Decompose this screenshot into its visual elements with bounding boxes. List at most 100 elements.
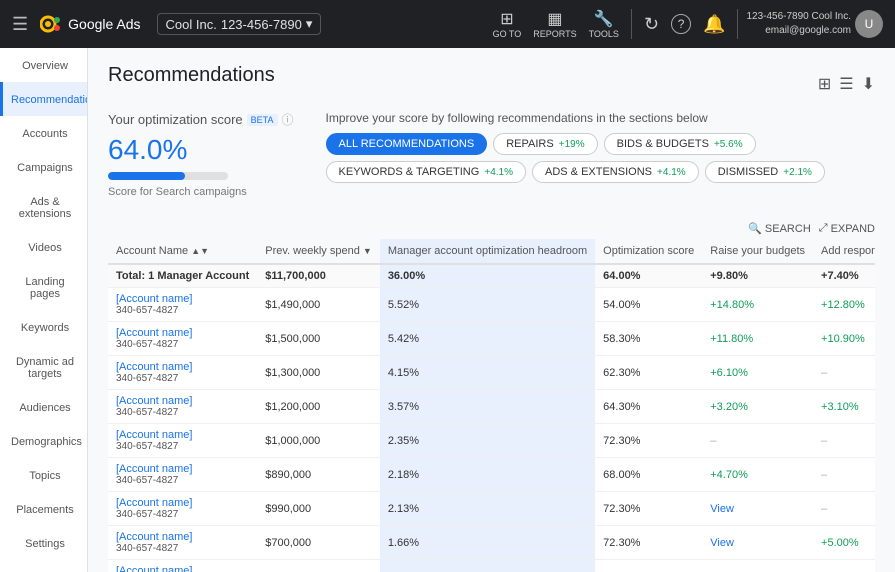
chip-ads-extensions[interactable]: ADS & EXTENSIONS +4.1% (532, 161, 699, 183)
th-account-name[interactable]: Account Name ▲▼ (108, 239, 257, 264)
data-table-wrapper: Account Name ▲▼ Prev. weekly spend ▼ Man… (108, 239, 875, 572)
goto-button[interactable]: ⊞ GO TO (489, 5, 526, 43)
dropdown-icon: ▾ (306, 16, 313, 32)
row-cell: +14.80% (702, 288, 813, 322)
table-row: [Account name]340-657-4827$700,0001.66%7… (108, 526, 875, 560)
main-layout: Overview Recommendations Accounts Campai… (0, 48, 895, 572)
user-avatar[interactable]: U (855, 10, 883, 38)
account-link[interactable]: [Account name] (116, 463, 249, 475)
sidebar-item-settings[interactable]: Settings (0, 526, 87, 560)
account-link[interactable]: [Account name] (116, 429, 249, 441)
search-button[interactable]: 🔍 SEARCH (748, 222, 811, 235)
account-link[interactable]: [Account name] (116, 497, 249, 509)
account-link[interactable]: [Account name] (116, 395, 249, 407)
sidebar-item-placements[interactable]: Placements (0, 492, 87, 526)
info-icon[interactable]: ⓘ (282, 111, 294, 128)
chip-dismissed-delta: +2.1% (783, 167, 812, 178)
row-account: [Account name]340-657-4827 (108, 526, 257, 560)
row-account: [Account name]340-657-4827 (108, 458, 257, 492)
row-cell: 64.30% (595, 390, 702, 424)
th-prev-spend[interactable]: Prev. weekly spend ▼ (257, 239, 380, 264)
tools-button[interactable]: 🔧 TOOLS (585, 5, 623, 43)
chip-keywords-targeting[interactable]: KEYWORDS & TARGETING +4.1% (326, 161, 526, 183)
chip-repairs-delta: +19% (559, 139, 585, 150)
sidebar-item-videos[interactable]: Videos (0, 230, 87, 264)
content-header: Recommendations ⊞ ☰ ⬇ (108, 64, 875, 103)
account-link[interactable]: [Account name] (116, 531, 249, 543)
sidebar: Overview Recommendations Accounts Campai… (0, 48, 88, 572)
help-icon: ? (671, 14, 691, 34)
reports-label: REPORTS (533, 29, 576, 39)
row-cell: 72.30% (595, 526, 702, 560)
account-link[interactable]: [Account name] (116, 565, 249, 572)
sidebar-item-demographics[interactable]: Demographics (0, 424, 87, 458)
table-row: [Account name]340-657-4827$1,200,0003.57… (108, 390, 875, 424)
recommendations-panel: Improve your score by following recommen… (326, 111, 875, 183)
row-account: [Account name]340-657-4827 (108, 424, 257, 458)
tools-icon: 🔧 (594, 9, 614, 29)
sidebar-item-topics[interactable]: Topics (0, 458, 87, 492)
sidebar-item-recommendations[interactable]: Recommendations (0, 82, 87, 116)
sidebar-item-accounts[interactable]: Accounts (0, 116, 87, 150)
row-cell: +6.10% (702, 356, 813, 390)
chip-bids-budgets[interactable]: BIDS & BUDGETS +5.6% (604, 133, 756, 155)
th-headroom[interactable]: Manager account optimization headroom (380, 239, 595, 264)
row-cell: $1,500,000 (257, 322, 380, 356)
expand-button[interactable]: ⤢ EXPAND (819, 222, 875, 235)
refresh-button[interactable]: ↻ (640, 10, 663, 39)
sidebar-item-campaigns[interactable]: Campaigns (0, 150, 87, 184)
row-cell: $1,200,000 (257, 390, 380, 424)
grid-view-button[interactable]: ⊞ (818, 74, 831, 94)
th-opt-score[interactable]: Optimization score (595, 239, 702, 264)
notifications-button[interactable]: 🔔 (699, 10, 729, 39)
sidebar-item-locations[interactable]: Locations (0, 560, 87, 572)
row-cell: 62.30% (595, 356, 702, 390)
score-bar (108, 172, 228, 180)
sidebar-item-dynamic-ad[interactable]: Dynamic ad targets (0, 344, 87, 390)
reports-icon: ▦ (547, 9, 562, 29)
nav-icons: ⊞ GO TO ▦ REPORTS 🔧 TOOLS ↻ ? 🔔 123-456-… (489, 5, 883, 43)
google-ads-logo: Google Ads (40, 12, 140, 36)
download-button[interactable]: ⬇ (862, 74, 875, 94)
row-cell: 2.18% (380, 458, 595, 492)
row-cell: 2.35% (380, 424, 595, 458)
row-account: [Account name]340-657-4827 (108, 560, 257, 572)
sort-icon: ▼ (363, 246, 372, 256)
sidebar-item-ads-extensions[interactable]: Ads & extensions (0, 184, 87, 230)
chip-ads-delta: +4.1% (657, 167, 686, 178)
sidebar-item-overview[interactable]: Overview (0, 48, 87, 82)
row-cell: 5.42% (380, 322, 595, 356)
account-link[interactable]: [Account name] (116, 327, 249, 339)
total-budgets: +9.80% (702, 264, 813, 288)
total-responsive: +7.40% (813, 264, 875, 288)
row-cell: +5.00% (813, 526, 875, 560)
th-add-responsive[interactable]: Add responsive search ads (813, 239, 875, 264)
beta-badge: BETA (247, 114, 278, 126)
chip-all-recommendations[interactable]: ALL RECOMMENDATIONS (326, 133, 488, 155)
th-raise-budgets[interactable]: Raise your budgets (702, 239, 813, 264)
logo-text: Google Ads (68, 16, 140, 32)
menu-icon[interactable]: ☰ (12, 14, 28, 35)
score-section: Your optimization score BETA ⓘ 64.0% Sco… (108, 111, 875, 198)
chip-dismissed[interactable]: DISMISSED +2.1% (705, 161, 825, 183)
sidebar-item-landing-pages[interactable]: Landing pages (0, 264, 87, 310)
sidebar-item-audiences[interactable]: Audiences (0, 390, 87, 424)
header-actions: ⊞ ☰ ⬇ (818, 74, 875, 94)
top-navigation: ☰ Google Ads Cool Inc. 123-456-7890 ▾ ⊞ … (0, 0, 895, 48)
help-button[interactable]: ? (667, 10, 695, 38)
row-cell: – (813, 458, 875, 492)
account-selector[interactable]: Cool Inc. 123-456-7890 ▾ (157, 13, 322, 35)
reports-button[interactable]: ▦ REPORTS (529, 5, 580, 43)
account-link[interactable]: [Account name] (116, 361, 249, 373)
list-view-button[interactable]: ☰ (839, 74, 853, 94)
total-spend: $11,700,000 (257, 264, 380, 288)
user-email: email@google.com (746, 24, 851, 38)
row-cell: +12.80% (813, 288, 875, 322)
row-cell: – (813, 424, 875, 458)
account-link[interactable]: [Account name] (116, 293, 249, 305)
row-cell: 72.30% (595, 424, 702, 458)
row-cell: 72.30% (595, 560, 702, 572)
chip-repairs[interactable]: REPAIRS +19% (493, 133, 597, 155)
nav-divider (631, 9, 632, 39)
sidebar-item-keywords[interactable]: Keywords (0, 310, 87, 344)
